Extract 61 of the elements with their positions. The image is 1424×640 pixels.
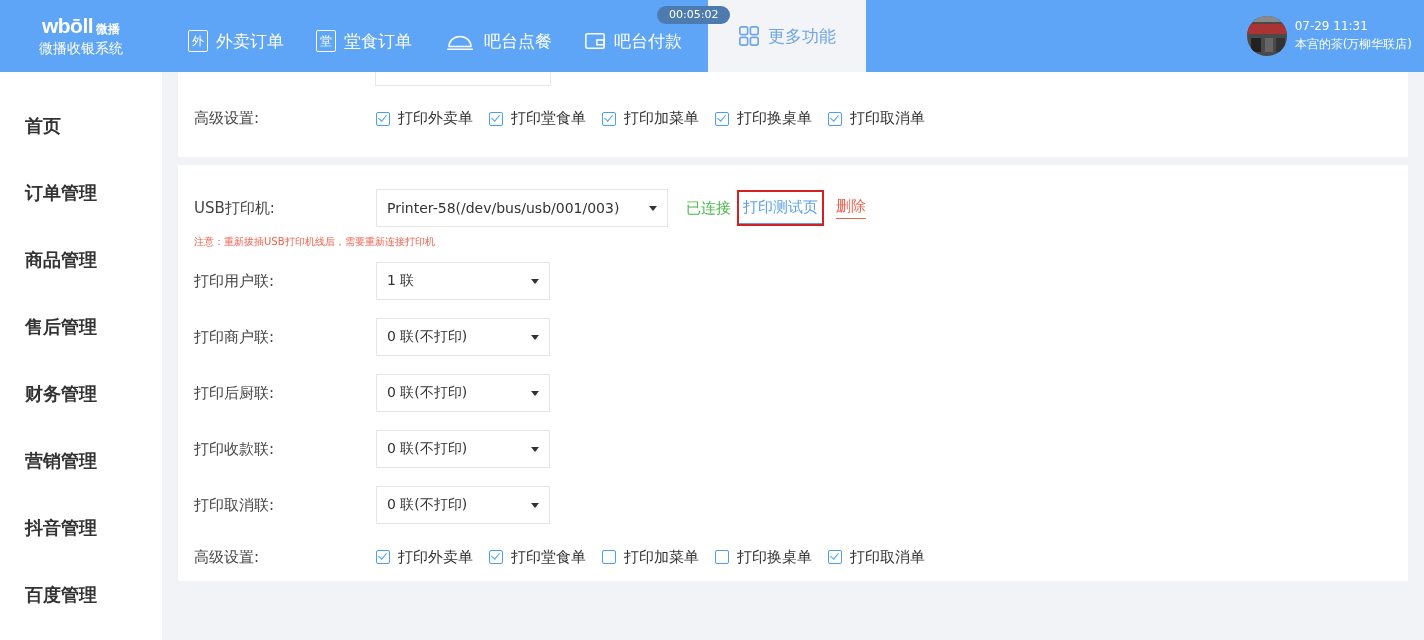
checkbox-option[interactable]: 打印外卖单 — [376, 109, 473, 128]
brand-name: 微播 — [96, 21, 121, 38]
date-time: 07-29 11:31 — [1294, 19, 1369, 33]
checkbox[interactable] — [602, 111, 616, 126]
field-label: USB打印机: — [194, 198, 276, 218]
app-subtitle: 微播收银系统 — [39, 40, 123, 58]
checkbox-option[interactable]: 打印换桌单 — [715, 547, 812, 567]
sidebar-item[interactable]: 首页 — [0, 92, 162, 159]
caret-icon — [649, 205, 657, 211]
checkbox-option[interactable]: 打印加菜单 — [602, 109, 699, 128]
sidebar-item[interactable]: 抖音管理 — [0, 494, 162, 561]
checkbox[interactable] — [489, 111, 503, 126]
caret-icon — [531, 278, 539, 284]
dropdown-field[interactable] — [375, 72, 551, 86]
wallet-icon — [584, 30, 606, 52]
sidebar-item[interactable]: 商品管理 — [0, 226, 162, 293]
dropdown-field[interactable]: 0 联(不打印) — [376, 486, 550, 524]
dropdown-field[interactable]: Printer-58(/dev/bus/usb/001/003) — [376, 189, 668, 227]
warning-note: 注意：重新拔插USB打印机线后，需要重新连接打印机 — [194, 235, 436, 249]
checkbox-option[interactable]: 打印堂食单 — [489, 109, 586, 128]
field-label: 打印收款联: — [194, 439, 276, 459]
sidebar-item[interactable]: 订单管理 — [0, 159, 162, 226]
checkbox-option[interactable]: 打印取消单 — [828, 109, 925, 128]
checkbox[interactable] — [828, 111, 842, 126]
caret-icon — [531, 502, 539, 508]
sidebar-item[interactable]: 售后管理 — [0, 293, 162, 360]
sidebar-item[interactable]: 营销管理 — [0, 427, 162, 494]
clipboard-icon: 堂 — [316, 30, 336, 52]
checkbox-option[interactable]: 打印加菜单 — [602, 547, 699, 567]
dropdown-field[interactable]: 0 联(不打印) — [376, 318, 550, 356]
caret-icon — [531, 390, 539, 396]
checkbox-option[interactable]: 打印外卖单 — [376, 547, 473, 567]
dropdown-field[interactable]: 1 联 — [376, 262, 550, 300]
checkbox[interactable] — [828, 550, 842, 564]
field-label: 打印商户联: — [194, 327, 276, 347]
caret-icon — [531, 334, 539, 340]
checkbox[interactable] — [715, 550, 729, 564]
checkbox-option[interactable]: 打印取消单 — [828, 547, 925, 567]
dropdown-field[interactable]: 0 联(不打印) — [376, 374, 550, 412]
checkbox[interactable] — [376, 550, 390, 564]
field-label: 高级设置: — [194, 547, 261, 567]
field-label: 打印取消联: — [194, 495, 276, 515]
sidebar-item[interactable]: 财务管理 — [0, 360, 162, 427]
dropdown-field[interactable]: 0 联(不打印) — [376, 430, 550, 468]
checkbox[interactable] — [376, 111, 390, 126]
sidebar-item[interactable]: 百度管理 — [0, 561, 162, 628]
caret-icon — [531, 446, 539, 452]
checkbox-option[interactable]: 打印换桌单 — [715, 109, 812, 128]
brand-logo: wbōll — [41, 14, 94, 38]
grid-icon — [738, 25, 760, 47]
checkbox[interactable] — [715, 111, 729, 126]
store-name: 本宫的茶(万柳华联店) — [1294, 36, 1412, 53]
field-label: 打印后厨联: — [194, 383, 276, 403]
checkbox-option[interactable]: 打印堂食单 — [489, 547, 586, 567]
checkbox[interactable] — [489, 550, 503, 564]
status-text: 已连接 — [686, 198, 731, 218]
field-label: 高级设置: — [194, 109, 261, 128]
timer-badge: 00:05:02 — [657, 6, 731, 24]
checkbox[interactable] — [602, 550, 616, 564]
field-label: 打印用户联: — [194, 271, 276, 291]
clipboard-icon: 外 — [188, 30, 208, 52]
